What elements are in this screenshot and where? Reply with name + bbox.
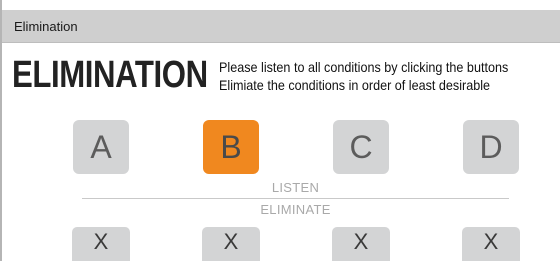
eliminate-d-button[interactable]: X [462, 227, 520, 261]
eliminate-label: ELIMINATE [260, 202, 331, 217]
instruction-line-1: Please listen to all conditions by click… [219, 59, 509, 75]
instruction-line-2: Elimiate the conditions in order of leas… [219, 77, 491, 93]
condition-a-button[interactable]: A [73, 120, 129, 174]
eliminate-a-button[interactable]: X [72, 227, 130, 261]
eliminate-c-button[interactable]: X [332, 227, 390, 261]
window-title: Elimination [14, 19, 78, 34]
instructions: Please listen to all conditions by click… [219, 58, 508, 94]
section-divider [82, 198, 509, 199]
condition-b-button[interactable]: B [203, 120, 259, 174]
listen-label: LISTEN [271, 180, 320, 195]
eliminate-b-button[interactable]: X [202, 227, 260, 261]
condition-d-button[interactable]: D [463, 120, 519, 174]
page-heading: ELIMINATION [12, 54, 208, 96]
elimination-window: Elimination ELIMINATION Please listen to… [0, 0, 560, 261]
condition-c-button[interactable]: C [333, 120, 389, 174]
title-bar: Elimination [2, 10, 560, 43]
